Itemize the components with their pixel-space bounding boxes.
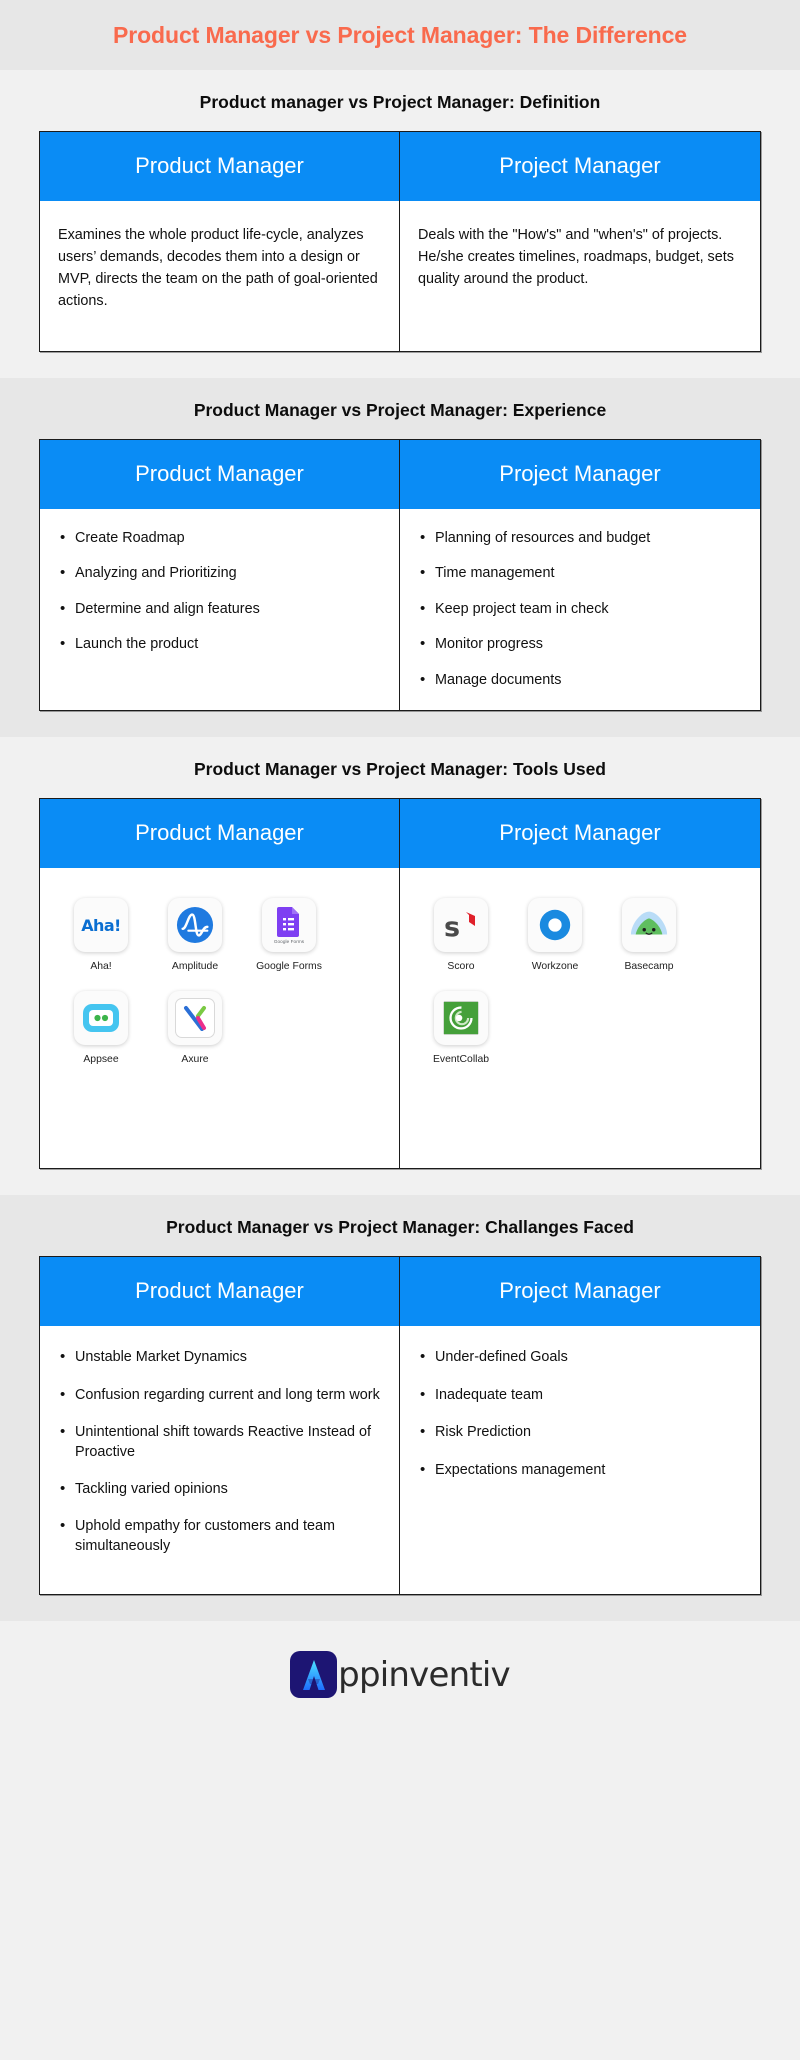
- list-item: Risk Prediction: [418, 1422, 744, 1443]
- column-header-product-manager: Product Manager: [40, 799, 399, 869]
- list-item: Time management: [418, 563, 744, 584]
- tool-item[interactable]: Aha! Aha!: [58, 898, 144, 973]
- page-footer: ppinventiv: [0, 1621, 800, 1733]
- column-project-manager: Project Manager s Scoro Workzone Basecamp Ev…: [400, 799, 760, 1168]
- column-project-manager: Project Manager Deals with the "How's" a…: [400, 132, 760, 351]
- aha-icon: Aha!: [74, 898, 128, 953]
- column-header-product-manager: Product Manager: [40, 440, 399, 509]
- column-product-manager: Product Manager Create Roadmap Analyzing …: [40, 440, 400, 711]
- scoro-icon: s: [434, 898, 488, 953]
- list-item: Launch the product: [58, 634, 383, 655]
- column-body-project-manager: Under-defined Goals Inadequate team Risk P…: [400, 1326, 760, 1594]
- section-tools-used: Product Manager vs Project Manager: Tool…: [0, 737, 800, 1196]
- challenges-list-product-manager: Unstable Market Dynamics Confusion regard…: [58, 1347, 383, 1556]
- section-experience: Product Manager vs Project Manager: Expe…: [0, 378, 800, 738]
- basecamp-icon: [622, 898, 676, 953]
- tool-item[interactable]: EventCollab: [418, 991, 504, 1066]
- tool-label: Amplitude: [171, 961, 219, 973]
- column-body-product-manager: Unstable Market Dynamics Confusion regard…: [40, 1326, 399, 1594]
- list-item: Tackling varied opinions: [58, 1479, 383, 1500]
- column-body-project-manager: s Scoro Workzone Basecamp EventCollab: [400, 868, 760, 1168]
- tool-item[interactable]: Workzone: [512, 898, 598, 973]
- tool-label: Appsee: [83, 1054, 119, 1066]
- column-header-product-manager: Product Manager: [40, 132, 399, 201]
- column-body-product-manager: Aha! Aha! Amplitude Google Forms Google Form…: [40, 868, 399, 1168]
- experience-list-project-manager: Planning of resources and budget Time man…: [418, 528, 744, 691]
- list-item: Unintentional shift towards Reactive Ins…: [58, 1422, 383, 1462]
- tool-label: Google Forms: [256, 961, 322, 973]
- column-project-manager: Project Manager Under-defined Goals Inade…: [400, 1257, 760, 1594]
- column-product-manager: Product Manager Examines the whole produ…: [40, 132, 400, 351]
- tool-label: Axure: [181, 1054, 209, 1066]
- page-header: Product Manager vs Project Manager: The …: [0, 0, 800, 70]
- definition-text-project-manager: Deals with the "How's" and "when's" of p…: [418, 227, 734, 287]
- list-item: Create Roadmap: [58, 528, 383, 549]
- column-header-project-manager: Project Manager: [400, 1257, 760, 1327]
- list-item: Uphold empathy for customers and team si…: [58, 1516, 383, 1556]
- list-item: Determine and align features: [58, 599, 383, 620]
- tool-item[interactable]: s Scoro: [418, 898, 504, 973]
- section-title-challenges-faced: Product Manager vs Project Manager: Chal…: [166, 1217, 634, 1238]
- workzone-icon: [528, 898, 582, 953]
- list-item: Monitor progress: [418, 634, 744, 655]
- list-item: Planning of resources and budget: [418, 528, 744, 549]
- column-product-manager: Product Manager Aha! Aha! Amplitude Google …: [40, 799, 400, 1169]
- experience-list-product-manager: Create Roadmap Analyzing and Prioritizing…: [58, 528, 383, 655]
- list-item: Inadequate team: [418, 1385, 744, 1406]
- appinventiv-wordmark: ppinventiv: [338, 1654, 510, 1695]
- list-item: Under-defined Goals: [418, 1347, 744, 1368]
- comparison-table-experience: Product Manager Create Roadmap Analyzing …: [39, 439, 761, 712]
- column-product-manager: Product Manager Unstable Market Dynamics…: [40, 1257, 400, 1595]
- tool-item[interactable]: Basecamp: [606, 898, 692, 973]
- list-item: Keep project team in check: [418, 599, 744, 620]
- tool-label: Workzone: [531, 961, 579, 973]
- tool-label: Basecamp: [624, 961, 674, 973]
- tool-label: Aha!: [90, 961, 112, 973]
- axure-icon: [168, 991, 222, 1046]
- section-title-experience: Product Manager vs Project Manager: Expe…: [193, 400, 607, 420]
- svg-text:s: s: [444, 912, 460, 942]
- section-definition: Product manager vs Project Manager: Defi…: [0, 70, 800, 378]
- tool-grid-product-manager: Aha! Aha! Amplitude Google Forms Google Form…: [58, 894, 385, 1082]
- list-item: Analyzing and Prioritizing: [58, 563, 383, 584]
- google-forms-icon: Google Forms: [262, 898, 316, 953]
- tool-label: Scoro: [447, 961, 475, 973]
- tool-label: EventCollab: [432, 1054, 490, 1066]
- comparison-table-tools: Product Manager Aha! Aha! Amplitude Google …: [39, 798, 761, 1170]
- tool-item[interactable]: Appsee: [58, 991, 144, 1066]
- column-project-manager: Project Manager Planning of resources an…: [400, 440, 760, 710]
- section-title-tools-used: Product Manager vs Project Manager: Tool…: [194, 759, 606, 780]
- list-item: Expectations management: [418, 1459, 744, 1480]
- column-header-project-manager: Project Manager: [400, 440, 760, 509]
- list-item: Manage documents: [418, 670, 744, 691]
- list-item: Confusion regarding current and long ter…: [58, 1385, 383, 1406]
- comparison-table-definition: Product Manager Examines the whole produ…: [39, 131, 761, 352]
- appinventiv-logo[interactable]: ppinventiv: [290, 1651, 511, 1699]
- amplitude-icon: [168, 898, 222, 953]
- definition-text-product-manager: Examines the whole product life-cycle, a…: [58, 227, 378, 309]
- column-body-product-manager: Create Roadmap Analyzing and Prioritizing…: [40, 509, 399, 710]
- column-body-project-manager: Deals with the "How's" and "when's" of p…: [400, 201, 760, 351]
- column-header-project-manager: Project Manager: [400, 799, 760, 869]
- tool-item[interactable]: Google Forms Google Forms: [246, 898, 332, 973]
- section-title-definition: Product manager vs Project Manager: Defi…: [199, 92, 601, 112]
- column-body-project-manager: Planning of resources and budget Time man…: [400, 509, 760, 710]
- list-item: Unstable Market Dynamics: [58, 1347, 383, 1368]
- tool-item[interactable]: Amplitude: [152, 898, 238, 973]
- section-challenges-faced: Product Manager vs Project Manager: Chal…: [0, 1195, 800, 1622]
- column-body-product-manager: Examines the whole product life-cycle, a…: [40, 201, 399, 351]
- comparison-table-challenges: Product Manager Unstable Market Dynamics…: [39, 1256, 761, 1596]
- column-header-project-manager: Project Manager: [400, 132, 760, 201]
- column-header-product-manager: Product Manager: [40, 1257, 399, 1327]
- tool-grid-project-manager: s Scoro Workzone Basecamp EventCollab: [418, 894, 746, 1082]
- eventcollab-icon: [434, 991, 488, 1046]
- challenges-list-project-manager: Under-defined Goals Inadequate team Risk P…: [418, 1347, 744, 1480]
- page-title: Product Manager vs Project Manager: The …: [113, 21, 687, 48]
- appsee-icon: [74, 991, 128, 1046]
- appinventiv-mark-icon: [290, 1651, 338, 1699]
- tool-item[interactable]: Axure: [152, 991, 238, 1066]
